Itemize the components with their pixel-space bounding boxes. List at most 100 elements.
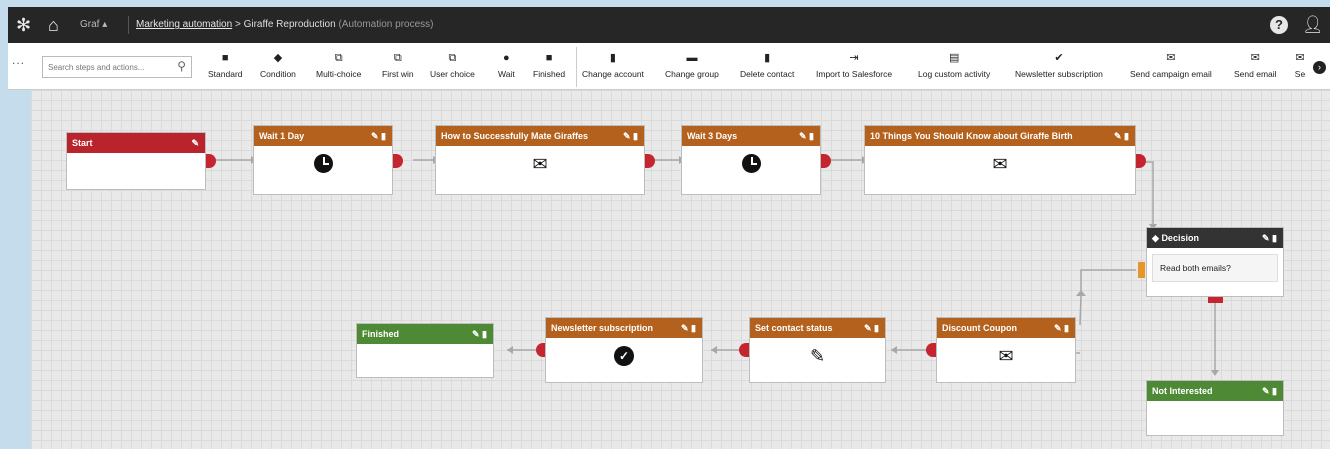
- tool-label: Delete contact: [740, 69, 795, 79]
- node-title: How to Successfully Mate Giraffes: [441, 131, 589, 141]
- true-branch-connector[interactable]: [1138, 262, 1145, 278]
- tool-send-email[interactable]: ✉ Send email: [1234, 51, 1277, 79]
- edit-delete-icons[interactable]: ✎ ▮: [1054, 318, 1069, 338]
- node-email-giraffe-birth[interactable]: 10 Things You Should Know about Giraffe …: [864, 125, 1136, 195]
- check-circle-icon: ✔: [1054, 52, 1064, 64]
- import-icon: ⇥: [849, 52, 859, 64]
- home-icon[interactable]: ⌂: [48, 15, 59, 35]
- node-newsletter-subscription[interactable]: Newsletter subscription ✎ ▮ ✓: [545, 317, 703, 383]
- question-icon[interactable]: ?: [1270, 16, 1288, 34]
- tool-finished[interactable]: ■ Finished: [533, 51, 565, 79]
- tool-wait[interactable]: ● Wait: [498, 51, 515, 79]
- edit-delete-icons[interactable]: ✎ ▮: [681, 318, 696, 338]
- edit-delete-icons[interactable]: ✎ ▮: [1114, 126, 1129, 146]
- user-icon[interactable]: 👤︎: [1302, 15, 1324, 35]
- tool-newsletter-subscription[interactable]: ✔ Newsletter subscription: [1015, 51, 1103, 79]
- node-header: Wait 3 Days ✎ ▮: [682, 126, 820, 146]
- node-title: Discount Coupon: [942, 323, 1017, 333]
- app-logo-icon[interactable]: ✻: [16, 15, 31, 35]
- edit-delete-icons[interactable]: ✎ ▮: [623, 126, 638, 146]
- node-header: How to Successfully Mate Giraffes ✎ ▮: [436, 126, 644, 146]
- node-title: Start: [72, 138, 93, 148]
- node-discount-coupon[interactable]: Discount Coupon ✎ ▮ ✉: [936, 317, 1076, 383]
- tool-change-account[interactable]: ▮ Change account: [582, 51, 644, 79]
- clock-icon: [313, 154, 333, 173]
- search-steps-input[interactable]: [43, 57, 167, 78]
- clock-icon: ●: [503, 52, 510, 64]
- square-icon: ■: [221, 52, 229, 64]
- workflow-canvas[interactable]: Start ✎ Wait 1 Day ✎ ▮ How to Successfully…: [31, 90, 1330, 449]
- tool-first-win[interactable]: ⧉ First win: [382, 51, 414, 79]
- tool-label: Wait: [498, 69, 515, 79]
- edit-delete-icons[interactable]: ✎ ▮: [1262, 381, 1277, 401]
- tool-condition[interactable]: ◆ Condition: [260, 51, 296, 79]
- tool-label: User choice: [430, 69, 475, 79]
- pencil-icon: ✎: [809, 346, 826, 366]
- tool-partial[interactable]: ✉ Se: [1293, 51, 1307, 79]
- node-title: Wait 1 Day: [259, 131, 305, 141]
- node-header: Finished ✎ ▮: [357, 324, 493, 344]
- node-title: Newsletter subscription: [551, 323, 654, 333]
- node-email-mate-giraffes[interactable]: How to Successfully Mate Giraffes ✎ ▮ ✉: [435, 125, 645, 195]
- edit-delete-icons[interactable]: ✎ ▮: [1262, 228, 1277, 248]
- chevron-right-icon[interactable]: ›: [1313, 61, 1326, 74]
- node-header: Discount Coupon ✎ ▮: [937, 318, 1075, 338]
- input-connector[interactable]: [926, 343, 936, 357]
- tool-change-group[interactable]: ▬ Change group: [665, 51, 719, 79]
- node-header: Start ✎: [67, 133, 205, 153]
- node-header: ◆ Decision ✎ ▮: [1147, 228, 1283, 248]
- log-icon: ▤: [948, 52, 960, 64]
- edit-delete-icons[interactable]: ✎ ▮: [472, 324, 487, 344]
- tool-multi-choice[interactable]: ⧉ Multi-choice: [316, 51, 361, 79]
- node-header: 10 Things You Should Know about Giraffe …: [865, 126, 1135, 146]
- group-icon: ▬: [686, 52, 698, 64]
- envelope-icon: ✉: [1295, 52, 1305, 64]
- node-not-interested[interactable]: Not Interested ✎ ▮: [1146, 380, 1284, 436]
- tool-user-choice[interactable]: ⧉ User choice: [430, 51, 475, 79]
- site-name: Graf: [80, 19, 100, 30]
- clock-icon: [741, 154, 761, 173]
- node-set-contact-status[interactable]: Set contact status ✎ ▮ ✎: [749, 317, 886, 383]
- tool-standard[interactable]: ■ Standard: [208, 51, 243, 79]
- breadcrumb-link-marketing-automation[interactable]: Marketing automation: [136, 19, 232, 30]
- process-type-label: (Automation process): [338, 19, 434, 30]
- tool-delete-contact[interactable]: ▮ Delete contact: [740, 51, 794, 79]
- tool-import-to-salesforce[interactable]: ⇥ Import to Salesforce: [816, 51, 892, 79]
- node-title: Set contact status: [755, 323, 833, 333]
- envelope-icon: ✉: [992, 154, 1008, 174]
- edit-delete-icons[interactable]: ✎ ▮: [864, 318, 879, 338]
- false-branch-connector[interactable]: [1208, 297, 1223, 303]
- input-connector[interactable]: [739, 343, 749, 357]
- node-wait-1-day[interactable]: Wait 1 Day ✎ ▮: [253, 125, 393, 195]
- tool-label: Change group: [665, 69, 719, 79]
- envelope-icon: ✉: [998, 346, 1014, 366]
- node-finished[interactable]: Finished ✎ ▮: [356, 323, 494, 378]
- tool-log-custom-activity[interactable]: ▤ Log custom activity: [918, 51, 990, 79]
- node-title: Finished: [362, 329, 400, 339]
- more-options-icon[interactable]: ...: [12, 53, 25, 67]
- toolbar: ... ⚲ ■ Standard ◆ Condition ⧉ Multi-choice…: [8, 43, 1330, 90]
- edit-delete-icons[interactable]: ✎ ▮: [799, 126, 814, 146]
- envelope-icon: ✉: [532, 154, 548, 174]
- tool-label: Condition: [260, 69, 296, 79]
- node-header: Not Interested ✎ ▮: [1147, 381, 1283, 401]
- tool-label: Finished: [533, 69, 566, 79]
- square-icon: ■: [545, 52, 553, 64]
- tool-label: Newsletter subscription: [1015, 69, 1103, 79]
- node-decision[interactable]: ◆ Decision ✎ ▮ Read both emails?: [1146, 227, 1284, 297]
- decision-condition: Read both emails?: [1152, 254, 1278, 282]
- edit-icon[interactable]: ✎: [191, 133, 199, 153]
- node-start[interactable]: Start ✎: [66, 132, 206, 190]
- tool-label: Se: [1294, 69, 1306, 79]
- breadcrumb-separator: >: [234, 19, 241, 30]
- check-circle-icon: ✓: [614, 346, 634, 366]
- node-title: Decision: [1161, 233, 1199, 243]
- node-wait-3-days[interactable]: Wait 3 Days ✎ ▮: [681, 125, 821, 195]
- trash-icon: ▮: [764, 52, 771, 64]
- top-header-bar: ✻ ⌂ Graf ▴ Marketing automation > Giraff…: [8, 7, 1330, 43]
- site-selector[interactable]: Graf ▴: [80, 19, 107, 30]
- search-icon[interactable]: ⚲: [177, 59, 186, 73]
- edit-delete-icons[interactable]: ✎ ▮: [371, 126, 386, 146]
- toolbar-divider: [576, 47, 577, 87]
- tool-send-campaign-email[interactable]: ✉ Send campaign email: [1130, 51, 1212, 79]
